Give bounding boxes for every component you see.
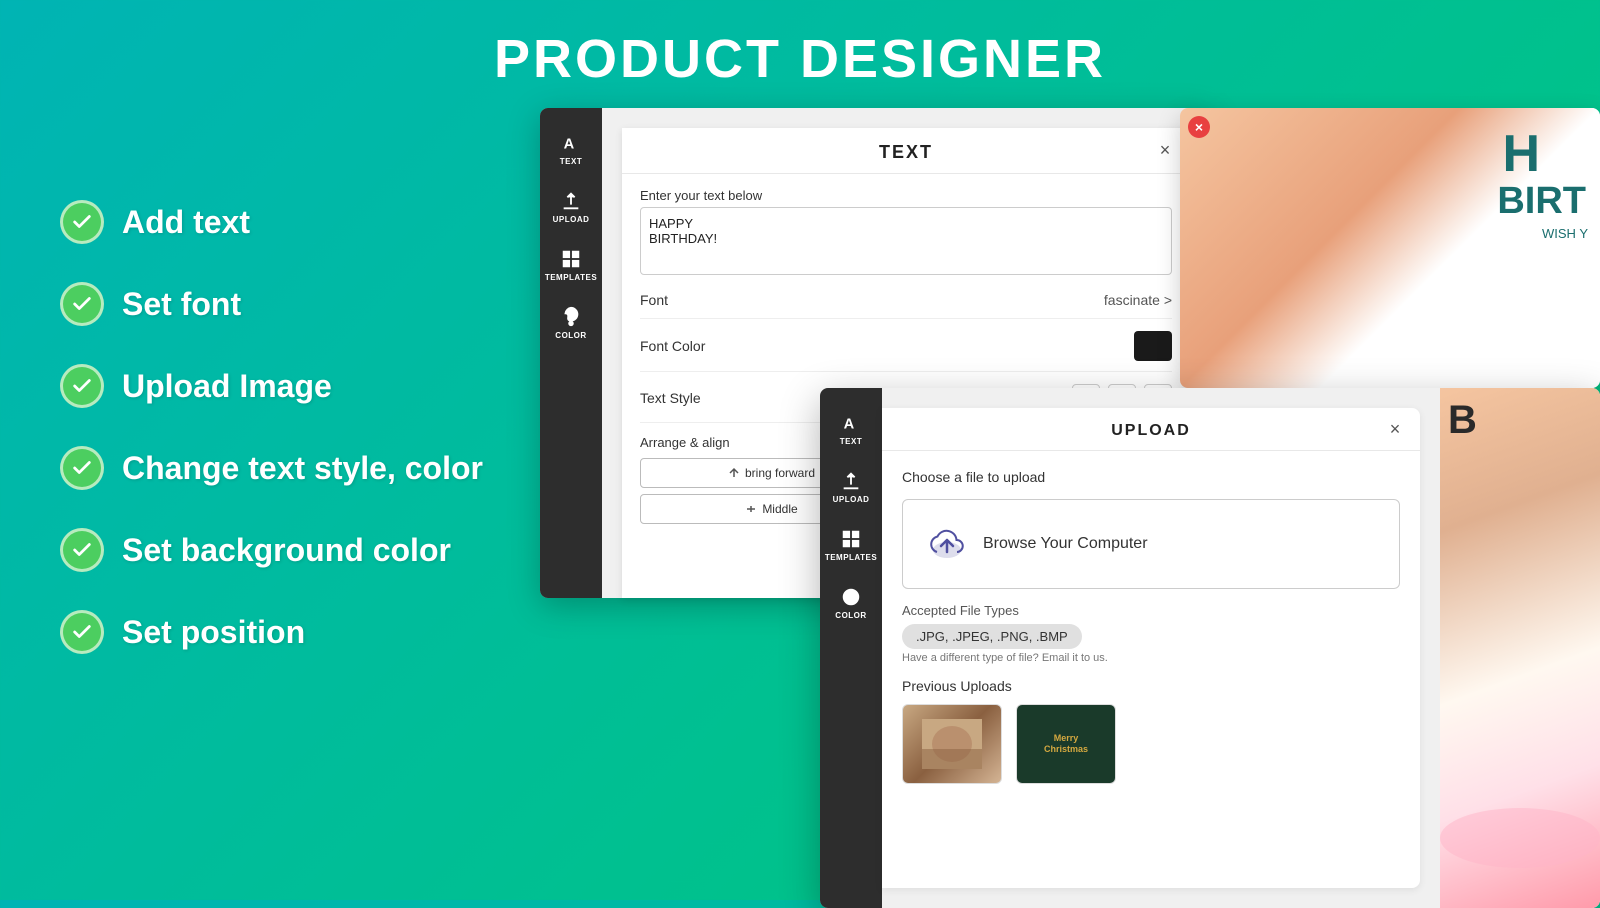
upload-dialog-header: UPLOAD × [882, 408, 1420, 451]
font-row: Font fascinate > [640, 292, 1172, 319]
preview-birt: BIRT [1497, 180, 1586, 223]
preview-strip: B [1440, 388, 1600, 908]
font-value[interactable]: fascinate > [1104, 292, 1172, 308]
feature-item-set-position: Set position [60, 610, 483, 654]
prev-thumb-1[interactable] [902, 704, 1002, 784]
preview-strip-heart [1440, 808, 1600, 868]
text-input[interactable]: HAPPY BIRTHDAY! [640, 207, 1172, 275]
preview-close-red[interactable]: × [1188, 116, 1210, 138]
sidebar-back: A TEXT UPLOAD TEMPLATES [540, 108, 602, 598]
feature-list: Add text Set font Upload Image Change te… [60, 200, 483, 692]
font-color-row: Font Color [640, 331, 1172, 372]
feature-text-add-text: Add text [122, 204, 250, 241]
sidebar-label-text: TEXT [560, 157, 582, 166]
sidebar-item-upload[interactable]: UPLOAD [540, 180, 602, 234]
feature-text-change-style: Change text style, color [122, 450, 483, 487]
prev-thumb-2[interactable]: MerryChristmas [1016, 704, 1116, 784]
feature-item-upload-image: Upload Image [60, 364, 483, 408]
accepted-section: Accepted File Types .JPG, .JPEG, .PNG, .… [902, 603, 1400, 664]
prev-uploads-grid: MerryChristmas [902, 704, 1400, 784]
svg-text:A: A [564, 137, 575, 153]
feature-item-bg-color: Set background color [60, 528, 483, 572]
upload-dialog-title: UPLOAD [1111, 422, 1191, 440]
file-types-badge: .JPG, .JPEG, .PNG, .BMP [902, 624, 1082, 649]
sidebar-front-item-templates[interactable]: TEMPLATES [820, 518, 882, 572]
upload-dialog-body: Choose a file to upload Browse Your Comp… [882, 451, 1420, 888]
sidebar-item-text[interactable]: A TEXT [540, 122, 602, 176]
upload-dialog: UPLOAD × Choose a file to upload Browse … [882, 408, 1420, 888]
font-color-label: Font Color [640, 338, 705, 354]
check-icon [60, 200, 104, 244]
preview-card-back: × H BIRT WISH Y [1180, 108, 1600, 388]
sidebar-item-color[interactable]: COLOR [540, 296, 602, 350]
preview-area-back: × H BIRT WISH Y [1180, 108, 1600, 388]
sidebar-front: A TEXT UPLOAD TEMPLATES [820, 388, 882, 908]
feature-item-add-text: Add text [60, 200, 483, 244]
sidebar-label-templates: TEMPLATES [545, 273, 597, 282]
preview-strip-letter: B [1448, 398, 1477, 443]
prev-uploads-label: Previous Uploads [902, 678, 1400, 694]
check-icon [60, 528, 104, 572]
thumb-2-text: MerryChristmas [1044, 733, 1088, 755]
sidebar-label-color: COLOR [555, 331, 586, 340]
font-color-swatch[interactable] [1134, 331, 1172, 361]
text-dialog-header: TEXT × [622, 128, 1190, 174]
sidebar-label-upload: UPLOAD [553, 215, 590, 224]
email-hint: Have a different type of file? Email it … [902, 652, 1400, 664]
upload-dialog-close-button[interactable]: × [1384, 418, 1406, 440]
feature-item-set-font: Set font [60, 282, 483, 326]
text-style-label: Text Style [640, 390, 701, 406]
svg-text:A: A [844, 417, 855, 433]
preview-h: H [1502, 128, 1540, 180]
browse-box[interactable]: Browse Your Computer [902, 499, 1400, 589]
text-dialog-close-button[interactable]: × [1154, 140, 1176, 162]
check-icon [60, 282, 104, 326]
accepted-label: Accepted File Types [902, 603, 1400, 618]
feature-text-set-font: Set font [122, 286, 241, 323]
feature-item-change-style: Change text style, color [60, 446, 483, 490]
feature-text-bg-color: Set background color [122, 532, 451, 569]
browse-label: Browse Your Computer [983, 535, 1148, 553]
page-title: PRODUCT DESIGNER [0, 0, 1600, 90]
check-icon [60, 610, 104, 654]
text-prompt-label: Enter your text below HAPPY BIRTHDAY! [640, 188, 1172, 280]
cloud-upload-icon [925, 522, 969, 566]
sidebar-item-templates[interactable]: TEMPLATES [540, 238, 602, 292]
check-icon [60, 364, 104, 408]
prev-uploads-section: Previous Uploads MerryChristmas [902, 678, 1400, 784]
sidebar-front-item-upload[interactable]: UPLOAD [820, 460, 882, 514]
upload-choose-label: Choose a file to upload [902, 469, 1400, 485]
windows-area: A TEXT UPLOAD TEMPLATES [540, 108, 1600, 900]
feature-text-upload-image: Upload Image [122, 368, 332, 405]
sidebar-front-item-text[interactable]: A TEXT [820, 402, 882, 456]
sidebar-front-item-color[interactable]: COLOR [820, 576, 882, 630]
check-icon [60, 446, 104, 490]
text-dialog-title: TEXT [879, 142, 933, 163]
preview-wish: WISH Y [1542, 226, 1588, 241]
feature-text-set-position: Set position [122, 614, 305, 651]
upload-window: A TEXT UPLOAD TEMPLATES [820, 388, 1600, 908]
font-label: Font [640, 292, 668, 308]
